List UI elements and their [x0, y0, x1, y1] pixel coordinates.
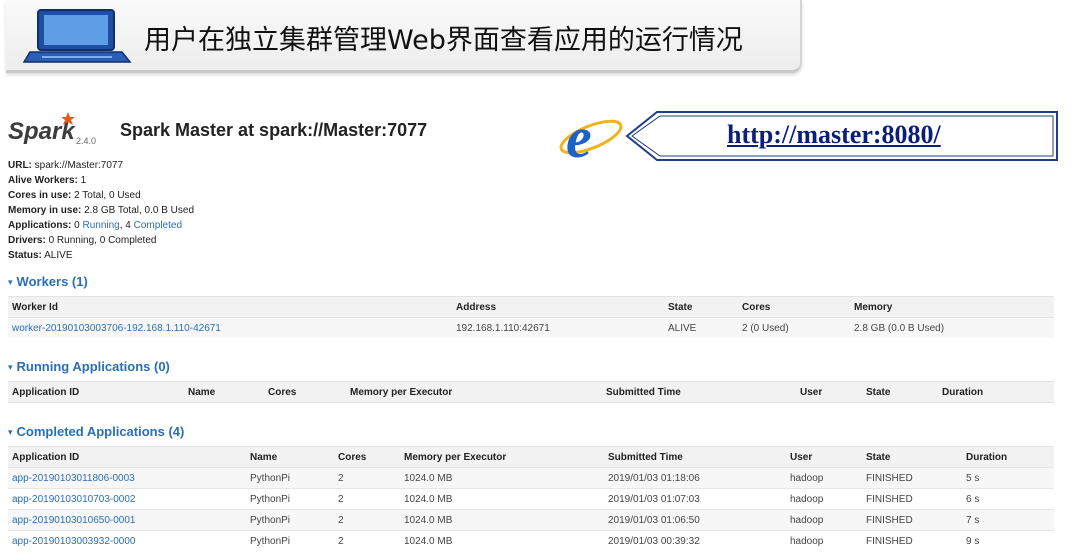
table-row: app-20190103010703-0002 PythonPi 2 1024.… [8, 488, 1054, 510]
svg-text:e: e [566, 108, 592, 166]
column-header[interactable]: Cores [334, 446, 400, 468]
column-header[interactable]: Submitted Time [604, 446, 786, 468]
chevron-down-icon: ▾ [8, 362, 13, 372]
column-header[interactable]: Submitted Time [602, 381, 796, 403]
slide-banner: 用户在独立集群管理Web界面查看应用的运行情况 [6, 0, 802, 73]
master-url-link[interactable]: http://master:8080/ [727, 120, 941, 150]
chevron-down-icon: ▾ [8, 277, 13, 287]
spark-logo: Spark [8, 112, 76, 145]
column-header[interactable]: Duration [962, 446, 1054, 468]
column-header[interactable]: Memory per Executor [400, 446, 604, 468]
running-apps-table: Application ID Name Cores Memory per Exe… [8, 381, 1054, 403]
table-row: app-20190103003932-0000 PythonPi 2 1024.… [8, 530, 1054, 551]
table-row: app-20190103010650-0001 PythonPi 2 1024.… [8, 509, 1054, 531]
worker-id-link[interactable]: worker-20190103003706-192.168.1.110-4267… [8, 317, 452, 338]
running-apps-link[interactable]: Running [82, 220, 119, 231]
column-header[interactable]: Worker Id [8, 296, 452, 318]
completed-apps-link[interactable]: Completed [134, 220, 182, 231]
column-header[interactable]: State [862, 381, 938, 403]
workers-table: Worker Id Address State Cores Memory wor… [8, 296, 1054, 338]
column-header[interactable]: User [786, 446, 862, 468]
page-title: Spark Master at spark://Master:7077 [120, 120, 428, 140]
column-header[interactable]: Application ID [8, 381, 184, 403]
app-id-link[interactable]: app-20190103011806-0003 [8, 467, 246, 489]
spark-version: 2.4.0 [76, 136, 97, 146]
completed-apps-table: Application ID Name Cores Memory per Exe… [8, 446, 1054, 551]
chevron-down-icon: ▾ [8, 427, 13, 437]
table-row: app-20190103011806-0003 PythonPi 2 1024.… [8, 467, 1054, 489]
app-id-link[interactable]: app-20190103010703-0002 [8, 488, 246, 510]
app-id-link[interactable]: app-20190103010650-0001 [8, 509, 246, 531]
running-apps-section-toggle[interactable]: ▾ Running Applications (0) [8, 359, 170, 374]
column-header[interactable]: Cores [738, 296, 850, 318]
column-header[interactable]: Name [184, 381, 264, 403]
column-header[interactable]: User [796, 381, 862, 403]
laptop-icon [22, 9, 132, 63]
column-header[interactable]: Application ID [8, 446, 246, 468]
column-header[interactable]: Address [452, 296, 664, 318]
master-info: URL: spark://Master:7077 Alive Workers: … [8, 160, 195, 261]
app-id-link[interactable]: app-20190103003932-0000 [8, 530, 246, 551]
column-header[interactable]: Memory [850, 296, 1054, 318]
workers-section-toggle[interactable]: ▾ Workers (1) [8, 274, 88, 289]
column-header[interactable]: Name [246, 446, 334, 468]
table-row: worker-20190103003706-192.168.1.110-4267… [8, 317, 1054, 338]
banner-title: 用户在独立集群管理Web界面查看应用的运行情况 [144, 25, 743, 56]
column-header[interactable]: State [862, 446, 962, 468]
column-header[interactable]: State [664, 296, 738, 318]
internet-explorer-icon: e [559, 108, 623, 166]
column-header[interactable]: Cores [264, 381, 346, 403]
completed-apps-section-toggle[interactable]: ▾ Completed Applications (4) [8, 424, 184, 439]
column-header[interactable]: Memory per Executor [346, 381, 602, 403]
column-header[interactable]: Duration [938, 381, 1054, 403]
